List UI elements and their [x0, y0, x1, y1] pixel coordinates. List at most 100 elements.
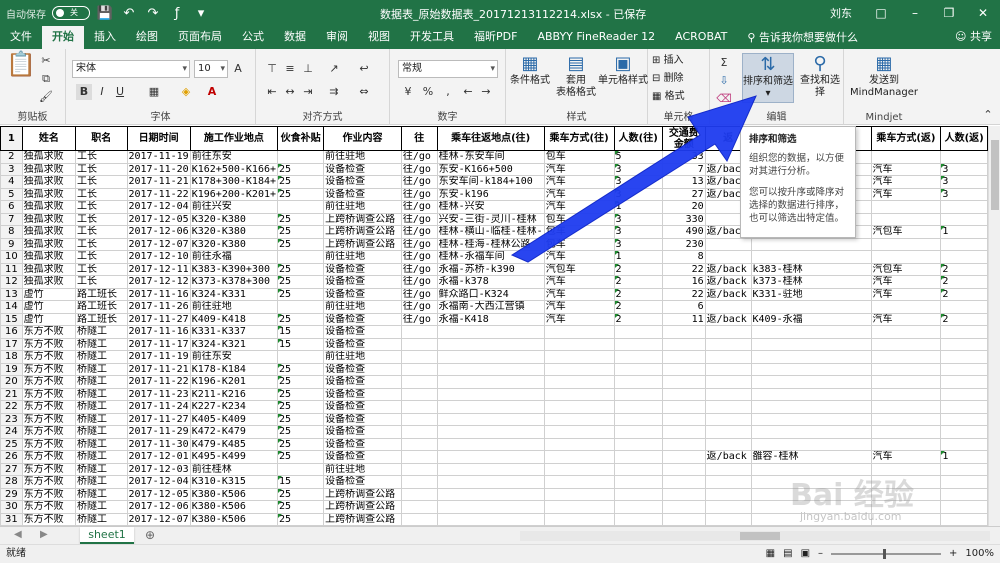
table-cell[interactable]: [870, 200, 942, 214]
fill-color-icon[interactable]: ◈: [178, 84, 194, 100]
table-cell[interactable]: 2017-12-05: [126, 212, 191, 226]
table-cell[interactable]: K409-永福: [750, 312, 872, 326]
table-cell[interactable]: 雒容-桂林: [750, 450, 872, 464]
table-cell[interactable]: 2: [613, 262, 663, 276]
table-cell[interactable]: 汽车: [543, 287, 615, 301]
table-cell[interactable]: K310-K315: [189, 475, 279, 489]
table-cell[interactable]: 前往驻地: [323, 462, 402, 476]
table-cell[interactable]: 独孤求败: [21, 150, 77, 164]
column-header-cell[interactable]: 人数(返): [940, 126, 988, 151]
table-cell[interactable]: 虚竹: [21, 312, 77, 326]
column-header-cell[interactable]: 施工作业地点: [189, 126, 279, 151]
table-cell[interactable]: [750, 412, 872, 426]
table-cell[interactable]: 工长: [75, 150, 128, 164]
table-cell[interactable]: K380-K506: [189, 500, 279, 514]
table-cell[interactable]: [613, 450, 663, 464]
zoom-in-icon[interactable]: +: [949, 545, 957, 563]
table-cell[interactable]: 前往驻地: [323, 300, 402, 314]
align-middle-icon[interactable]: ≡: [282, 61, 298, 77]
table-cell[interactable]: K409-K418: [189, 312, 279, 326]
table-cell[interactable]: 东安-k196: [436, 187, 545, 201]
table-cell[interactable]: 汽车: [870, 162, 942, 176]
table-cell[interactable]: 2017-12-11: [126, 262, 191, 276]
table-cell[interactable]: 1: [613, 250, 663, 264]
table-cell[interactable]: 设备检查: [323, 362, 402, 376]
table-cell[interactable]: [870, 350, 942, 364]
row-number[interactable]: 6: [0, 200, 23, 214]
table-cell[interactable]: 2017-11-29: [126, 425, 191, 439]
table-cell[interactable]: 往/go: [400, 187, 438, 201]
table-cell[interactable]: K373-K378+300: [189, 275, 279, 289]
row-number[interactable]: 12: [0, 275, 23, 289]
vertical-scroll-thumb[interactable]: [991, 140, 999, 210]
table-cell[interactable]: [543, 325, 615, 339]
table-cell[interactable]: 2017-11-22: [126, 187, 191, 201]
table-cell[interactable]: [870, 325, 942, 339]
table-cell[interactable]: 包车: [543, 150, 615, 164]
find-select-button[interactable]: ⚲ 查找和选择: [796, 53, 844, 99]
zoom-slider[interactable]: [831, 549, 942, 559]
table-cell[interactable]: 1: [613, 200, 663, 214]
table-cell[interactable]: 东安车间-k184+100: [436, 175, 545, 189]
table-cell[interactable]: [436, 337, 545, 351]
table-cell[interactable]: 1: [940, 225, 988, 239]
table-cell[interactable]: 汽车: [543, 312, 615, 326]
table-cell[interactable]: K383-K390+300: [189, 262, 279, 276]
table-cell[interactable]: 东方不败: [21, 337, 77, 351]
customize-qat-icon[interactable]: ▾: [192, 6, 210, 21]
table-cell[interactable]: 汽包车: [543, 262, 615, 276]
column-header-cell[interactable]: 往: [400, 126, 438, 151]
table-cell[interactable]: 工长: [75, 237, 128, 251]
table-cell[interactable]: 东方不败: [21, 475, 77, 489]
row-number[interactable]: 30: [0, 500, 23, 514]
table-cell[interactable]: 工长: [75, 187, 128, 201]
table-cell[interactable]: 230: [661, 237, 706, 251]
column-header-cell[interactable]: 乘车方式(往): [543, 126, 615, 151]
table-cell[interactable]: 前往驻地: [189, 300, 279, 314]
table-cell[interactable]: [543, 462, 615, 476]
table-cell[interactable]: 桥隧工: [75, 400, 128, 414]
table-cell[interactable]: 汽包车: [870, 262, 942, 276]
table-cell[interactable]: [704, 250, 752, 264]
table-cell[interactable]: 2017-11-17: [126, 337, 191, 351]
table-cell[interactable]: [277, 462, 325, 476]
table-cell[interactable]: 设备检查: [323, 275, 402, 289]
table-cell[interactable]: 2: [613, 287, 663, 301]
table-cell[interactable]: 设备检查: [323, 475, 402, 489]
table-cell[interactable]: 兴安-三街-灵川-桂林: [436, 212, 545, 226]
table-cell[interactable]: [661, 412, 706, 426]
table-cell[interactable]: 3: [613, 237, 663, 251]
align-bottom-icon[interactable]: ⊥: [300, 61, 316, 77]
table-cell[interactable]: 独孤求败: [21, 175, 77, 189]
row-number[interactable]: 24: [0, 425, 23, 439]
table-cell[interactable]: K405-K409: [189, 412, 279, 426]
table-cell[interactable]: 汽车: [870, 175, 942, 189]
collapse-ribbon-icon[interactable]: ⌃: [980, 107, 996, 123]
table-cell[interactable]: [400, 487, 438, 501]
sheet-tab-sheet1[interactable]: sheet1: [80, 527, 134, 544]
close-icon[interactable]: ✕: [966, 6, 1000, 20]
table-cell[interactable]: [613, 425, 663, 439]
tab-file[interactable]: 文件: [0, 26, 42, 49]
table-cell[interactable]: 2017-12-04: [126, 200, 191, 214]
table-cell[interactable]: 33: [661, 150, 706, 164]
table-cell[interactable]: 往/go: [400, 162, 438, 176]
table-cell[interactable]: 桥隧工: [75, 475, 128, 489]
table-cell[interactable]: 25: [277, 500, 325, 514]
table-cell[interactable]: [613, 350, 663, 364]
underline-button[interactable]: U: [112, 84, 128, 100]
table-cell[interactable]: K479-K485: [189, 437, 279, 451]
table-cell[interactable]: 工长: [75, 175, 128, 189]
table-cell[interactable]: [870, 437, 942, 451]
table-cell[interactable]: 独孤求败: [21, 187, 77, 201]
table-cell[interactable]: [750, 300, 872, 314]
table-cell[interactable]: 上跨桥调查公路: [323, 487, 402, 501]
table-cell[interactable]: 2: [940, 262, 988, 276]
table-cell[interactable]: 返/back: [704, 450, 752, 464]
table-cell[interactable]: [704, 300, 752, 314]
row-number[interactable]: 3: [0, 162, 23, 176]
table-cell[interactable]: 设备检查: [323, 325, 402, 339]
table-cell[interactable]: [400, 512, 438, 526]
table-cell[interactable]: [400, 350, 438, 364]
table-cell[interactable]: 设备检查: [323, 425, 402, 439]
